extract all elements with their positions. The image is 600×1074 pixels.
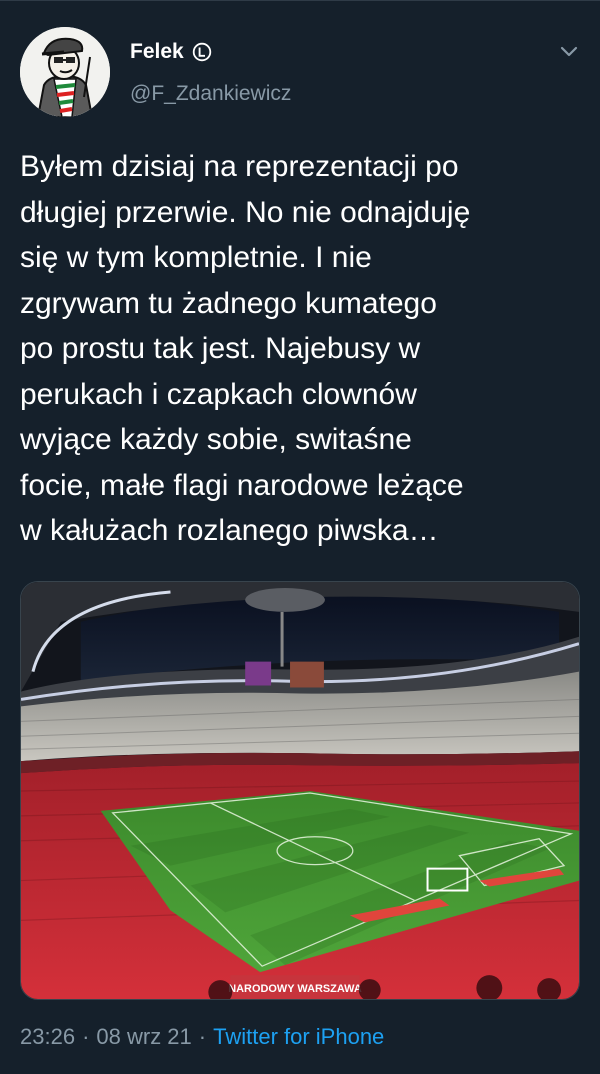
author-display-name[interactable]: Felek [130, 40, 184, 64]
top-divider [0, 0, 600, 1]
author-name-row: Felek [130, 40, 212, 64]
chevron-down-icon[interactable] [558, 40, 580, 62]
tweet-source-link[interactable]: Twitter for iPhone [213, 1024, 384, 1050]
meta-separator: · [82, 1024, 90, 1049]
tweet-meta: 23:26 · 08 wrz 21 · Twitter for iPhone [20, 1024, 384, 1050]
avatar[interactable] [20, 27, 110, 117]
stadium-banner-text: NARODOWY WARSZAWA [228, 983, 362, 995]
meta-separator: · [198, 1024, 207, 1049]
tweet-text: Byłem dzisiaj na reprezentacji po długie… [20, 150, 471, 547]
avatar-illustration [20, 27, 110, 117]
stadium-photo: NARODOWY WARSZAWA [21, 582, 579, 999]
author-handle[interactable]: @F_Zdankiewicz [130, 82, 291, 106]
tweet-detail: Felek @F_Zdankiewicz Byłem dzisiaj na re… [0, 0, 600, 1074]
tweet-time[interactable]: 23:26 [20, 1024, 75, 1050]
tweet-media-photo[interactable]: NARODOWY WARSZAWA [20, 581, 580, 1000]
tweet-date[interactable]: 08 wrz 21 [96, 1024, 191, 1050]
circle-l-icon [192, 42, 212, 62]
